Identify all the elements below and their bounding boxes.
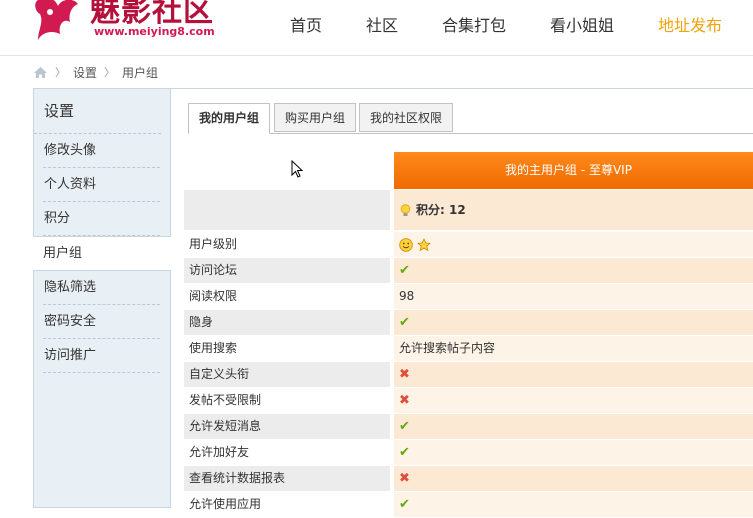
points-row-label (184, 190, 390, 230)
permission-value: ✔ (394, 258, 753, 283)
permission-value: ✖ (394, 388, 753, 413)
permission-label: 隐身 (184, 310, 390, 335)
permission-value: ✔ (394, 414, 753, 439)
breadcrumb: 〉 设置 〉 用户组 (33, 63, 158, 81)
permission-rows: 用户级别 访问论坛 ✔ 阅读权限 98 隐身 ✔ 使用搜索 允许搜索帖子内容 自… (184, 232, 753, 518)
nav-item-bundles[interactable]: 合集打包 (442, 12, 506, 36)
permission-label: 自定义头衔 (184, 362, 390, 387)
permission-label: 用户级别 (189, 237, 238, 251)
cross-icon: ✖ (399, 393, 410, 408)
check-icon: ✔ (399, 315, 410, 330)
table-row: 自定义头衔 ✖ (184, 362, 753, 388)
nav-item-home[interactable]: 首页 (290, 12, 322, 36)
check-icon: ✔ (399, 263, 410, 278)
permission-label: 使用搜索 (189, 341, 238, 355)
chevron-right-icon: 〉 (55, 66, 66, 79)
table-row: 阅读权限 98 (184, 284, 753, 310)
permission-label: 阅读权限 (189, 289, 238, 303)
permission-value: 98 (394, 284, 753, 309)
cross-icon: ✖ (399, 471, 410, 486)
cross-icon: ✖ (399, 367, 410, 382)
home-icon[interactable] (33, 66, 48, 79)
tab-buy-usergroup[interactable]: 购买用户组 (274, 103, 357, 132)
main-nav: 首页 社区 合集打包 看小姐姐 地址发布 (0, 12, 753, 36)
permission-value: ✖ (394, 466, 753, 491)
table-row: 发帖不受限制 ✖ (184, 388, 753, 414)
lightbulb-icon (400, 204, 411, 216)
sidebar-item-password[interactable]: 密码安全 (43, 305, 160, 339)
permission-label: 查看统计数据报表 (184, 466, 390, 491)
points-value: 积分: 12 (394, 190, 753, 230)
points-row: 积分: 12 (184, 190, 753, 230)
permission-label: 发帖不受限制 (189, 393, 262, 407)
sidebar-title: 设置 (34, 89, 161, 134)
nav-item-community[interactable]: 社区 (366, 12, 398, 36)
sidebar-item-avatar[interactable]: 修改头像 (43, 134, 160, 168)
site-header: 魅影社区 www.meiying8.com 首页 社区 合集打包 看小姐姐 地址… (0, 0, 753, 56)
breadcrumb-usergroup: 用户组 (122, 65, 159, 80)
sidebar-item-credits[interactable]: 积分 (43, 202, 160, 236)
permission-label: 允许加好友 (189, 445, 250, 459)
tab-community-permissions[interactable]: 我的社区权限 (359, 103, 454, 132)
table-row: 允许加好友 ✔ (184, 440, 753, 466)
tab-bar: 我的用户组 购买用户组 我的社区权限 (188, 103, 753, 134)
chevron-right-icon: 〉 (104, 66, 116, 79)
check-icon: ✔ (399, 419, 410, 434)
table-row: 查看统计数据报表 ✖ (184, 466, 753, 492)
settings-sidebar: 设置 修改头像 个人资料 积分 用户组 隐私筛选 密码安全 访问推广 (33, 88, 171, 508)
nav-item-gallery[interactable]: 看小姐姐 (550, 12, 614, 36)
group-header: 我的主用户组 - 至尊VIP (394, 152, 753, 189)
table-row: 访问论坛 ✔ (184, 258, 753, 284)
points-label: 积分: 12 (416, 203, 466, 217)
breadcrumb-settings[interactable]: 设置 (73, 64, 97, 81)
check-icon: ✔ (399, 445, 410, 460)
table-row: 隐身 ✔ (184, 310, 753, 336)
mouse-cursor-icon (291, 160, 303, 178)
nav-item-address[interactable]: 地址发布 (658, 12, 722, 36)
sidebar-item-usergroup[interactable]: 用户组 (33, 236, 171, 271)
table-row: 允许发短消息 ✔ (184, 414, 753, 440)
permission-value (394, 232, 753, 257)
permission-label: 允许发短消息 (184, 414, 390, 439)
table-row: 使用搜索 允许搜索帖子内容 (184, 336, 753, 362)
sidebar-item-privacy[interactable]: 隐私筛选 (43, 271, 160, 305)
tab-my-usergroup[interactable]: 我的用户组 (188, 103, 271, 134)
permission-value: ✔ (394, 440, 753, 465)
permission-value: ✔ (394, 310, 753, 335)
main-content: 我的用户组 购买用户组 我的社区权限 我的主用户组 - 至尊VIP 积分: 12… (171, 88, 753, 517)
star-icon (416, 237, 431, 251)
permission-value: ✖ (394, 362, 753, 387)
sidebar-item-profile[interactable]: 个人资料 (43, 168, 160, 202)
sidebar-item-promotion[interactable]: 访问推广 (43, 339, 160, 373)
table-row: 用户级别 (184, 232, 753, 258)
table-row: 允许使用应用 ✔ (184, 492, 753, 518)
permission-value: 允许搜索帖子内容 (394, 336, 753, 361)
permission-label: 访问论坛 (184, 258, 390, 283)
smiley-icon (399, 237, 413, 252)
